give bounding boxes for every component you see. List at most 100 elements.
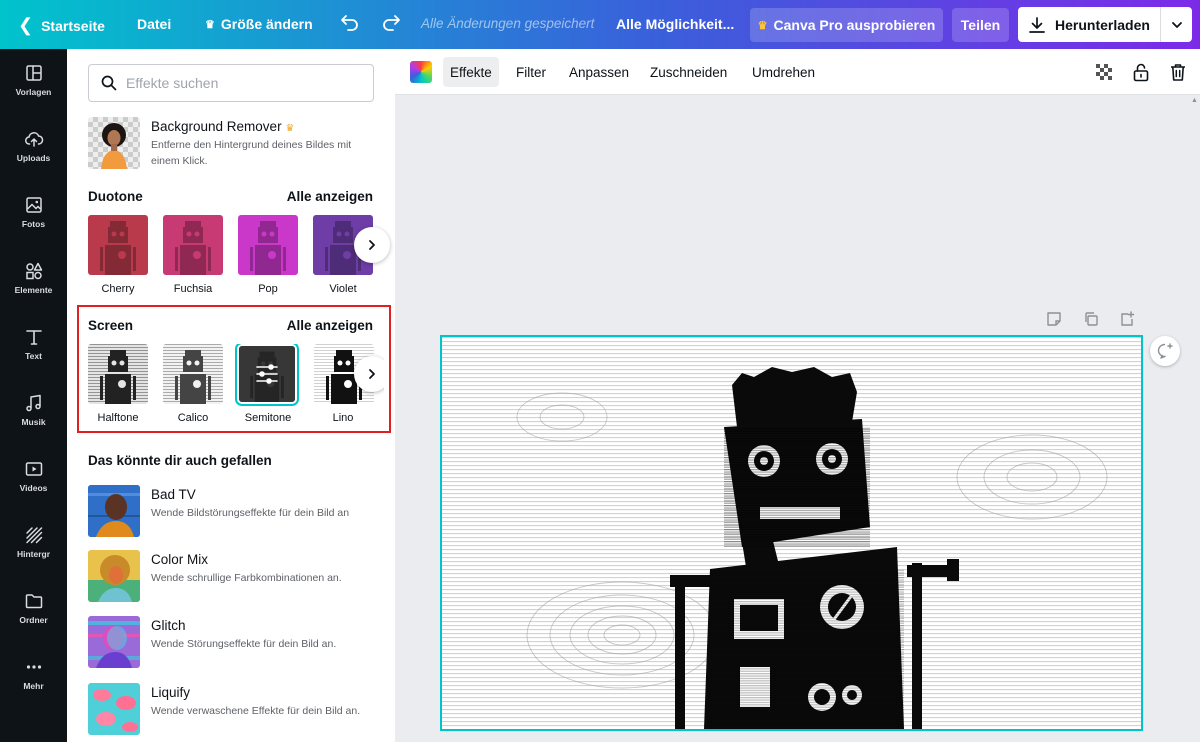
home-button[interactable]: ❮ Startseite	[18, 15, 105, 36]
image-toolbar: Effekte Filter Anpassen Zuschneiden Umdr…	[395, 49, 1200, 95]
filter-pop[interactable]	[238, 215, 298, 275]
filter-halftone[interactable]	[88, 344, 148, 404]
side-rail: Vorlagen Uploads Fotos Elemente Text Mus…	[0, 49, 67, 742]
options-title[interactable]: Alle Möglichkeit...	[616, 16, 734, 32]
rail-folders[interactable]: Ordner	[0, 591, 67, 651]
image-icon	[25, 197, 42, 213]
transparency-button[interactable]	[1093, 61, 1115, 83]
redo-icon	[383, 15, 400, 31]
filter-cherry[interactable]	[88, 215, 148, 275]
rail-background[interactable]: Hintergr	[0, 525, 67, 585]
rail-label: Text	[25, 351, 42, 361]
filter-fuchsia[interactable]	[163, 215, 223, 275]
portrait-image	[88, 550, 140, 602]
effect-liquify[interactable]: Liquify Wende verwaschene Effekte für de…	[88, 683, 378, 735]
try-pro-button[interactable]: ♛ Canva Pro ausprobieren	[750, 8, 943, 42]
search-input[interactable]	[126, 75, 356, 91]
effect-desc: Wende verwaschene Effekte für dein Bild …	[151, 705, 361, 717]
download-button[interactable]: Herunterladen	[1018, 7, 1192, 42]
effect-glitch[interactable]: Glitch Wende Störungseffekte für dein Bi…	[88, 616, 378, 668]
filter-semitone[interactable]	[239, 346, 295, 402]
more-icon	[26, 665, 41, 669]
effect-title: Liquify	[151, 685, 191, 700]
design-canvas[interactable]	[440, 335, 1143, 731]
rail-uploads[interactable]: Uploads	[0, 129, 67, 189]
rail-elements[interactable]: Elemente	[0, 261, 67, 321]
effect-bad-tv[interactable]: Bad TV Wende Bildstörungseffekte für dei…	[88, 485, 378, 537]
chevron-left-icon: ❮	[18, 15, 34, 35]
rail-videos[interactable]: Videos	[0, 459, 67, 519]
search-box[interactable]	[88, 64, 374, 102]
color-mix-thumbnail	[88, 550, 140, 602]
filter-label: Halftone	[97, 412, 139, 424]
scroll-up-arrow[interactable]: ▲	[1191, 97, 1198, 104]
download-main[interactable]: Herunterladen	[1018, 7, 1161, 42]
filter-label: Fuchsia	[173, 283, 213, 295]
tab-filter[interactable]: Filter	[509, 57, 553, 87]
rail-photos[interactable]: Fotos	[0, 195, 67, 255]
add-page-icon[interactable]	[1119, 311, 1135, 327]
bg-remover-title: Background Remover	[151, 119, 282, 134]
chevron-right-icon	[369, 369, 375, 379]
lock-icon	[1133, 63, 1149, 82]
try-pro-label: Canva Pro ausprobieren	[773, 17, 936, 33]
filter-label: Violet	[329, 283, 357, 295]
robot-thumbnail	[238, 215, 298, 275]
home-label: Startseite	[41, 17, 105, 34]
effect-desc: Wende Störungseffekte für dein Bild an.	[151, 638, 337, 650]
screen-row: Halftone Calico Semitone Lino	[88, 344, 384, 434]
robot-image[interactable]	[442, 337, 1141, 729]
chevron-right-icon	[369, 240, 375, 250]
folder-icon	[25, 594, 42, 609]
duplicate-page-icon[interactable]	[1083, 311, 1099, 327]
trash-icon	[1171, 64, 1185, 81]
screen-next-button[interactable]	[354, 356, 384, 392]
lock-button[interactable]	[1130, 61, 1152, 83]
filter-calico[interactable]	[163, 344, 223, 404]
undo-icon	[341, 15, 358, 31]
glitch-thumbnail	[88, 616, 140, 668]
screen-header: Screen Alle anzeigen	[88, 318, 373, 333]
background-icon	[25, 527, 42, 544]
tab-flip[interactable]: Umdrehen	[745, 57, 822, 87]
tab-effects[interactable]: Effekte	[443, 57, 499, 87]
file-menu-button[interactable]: Datei	[137, 16, 171, 32]
redo-button[interactable]	[381, 12, 401, 32]
delete-button[interactable]	[1167, 61, 1189, 83]
tab-adjust[interactable]: Anpassen	[562, 57, 636, 87]
effect-color-mix[interactable]: Color Mix Wende schrullige Farbkombinati…	[88, 550, 378, 602]
add-comment-button[interactable]	[1150, 336, 1180, 366]
rail-text[interactable]: Text	[0, 327, 67, 387]
rail-music[interactable]: Musik	[0, 393, 67, 453]
search-icon	[101, 75, 117, 91]
effect-title: Bad TV	[151, 487, 196, 502]
effect-title: Color Mix	[151, 552, 209, 567]
save-status: Alle Änderungen gespeichert	[421, 16, 595, 31]
duotone-see-all-link[interactable]: Alle anzeigen	[287, 189, 373, 204]
robot-thumbnail	[88, 215, 148, 275]
filter-label: Cherry	[101, 283, 135, 295]
effect-desc: Wende Bildstörungseffekte für dein Bild …	[151, 507, 350, 519]
filter-label: Lino	[332, 412, 354, 424]
screen-see-all-link[interactable]: Alle anzeigen	[287, 318, 373, 333]
crown-icon: ♛	[205, 18, 215, 31]
color-picker-button[interactable]	[410, 61, 432, 83]
download-dropdown[interactable]	[1161, 19, 1192, 31]
resize-button[interactable]: ♛ Größe ändern	[205, 16, 313, 32]
robot-thumbnail	[163, 344, 223, 404]
duotone-next-button[interactable]	[354, 227, 390, 263]
duotone-row: Cherry Fuchsia Pop Violet	[88, 215, 390, 305]
undo-button[interactable]	[340, 12, 360, 32]
filter-label: Pop	[258, 283, 278, 295]
duotone-header: Duotone Alle anzeigen	[88, 189, 373, 204]
rail-more[interactable]: Mehr	[0, 657, 67, 717]
tab-crop[interactable]: Zuschneiden	[643, 57, 734, 87]
screen-title: Screen	[88, 318, 134, 333]
effects-panel: Background Remover ♛ Entferne den Hinter…	[67, 49, 395, 742]
note-icon[interactable]	[1046, 311, 1062, 327]
rail-templates[interactable]: Vorlagen	[0, 63, 67, 123]
share-button[interactable]: Teilen	[952, 8, 1009, 42]
bg-remover-item[interactable]: Background Remover ♛ Entferne den Hinter…	[88, 117, 378, 169]
bg-remover-title-row: Background Remover ♛	[151, 119, 294, 134]
music-icon	[25, 394, 41, 412]
